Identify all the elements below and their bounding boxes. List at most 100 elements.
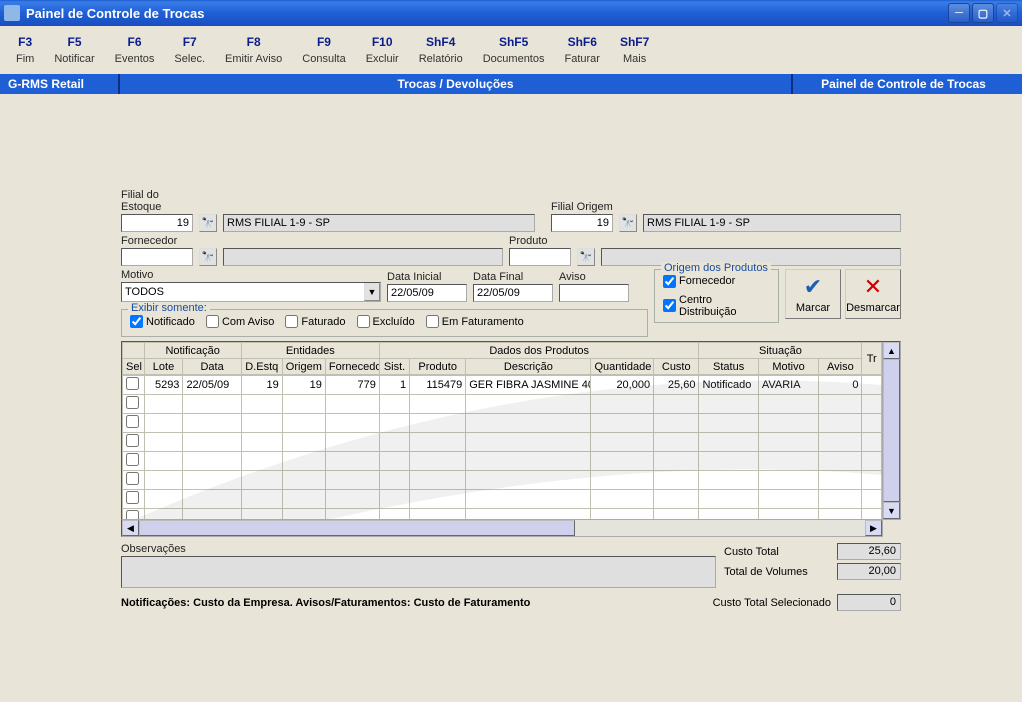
filial-origem-lookup-button[interactable]: 🔭 [619,214,637,232]
toolbar-f8[interactable]: F8Emitir Aviso [215,33,292,67]
toolbar-f10[interactable]: F10Excluir [356,33,409,67]
col-sist[interactable]: Sist. [379,359,409,375]
row-select-checkbox[interactable] [126,453,139,466]
cb-com-aviso[interactable]: Com Aviso [206,315,274,328]
toolbar-shf5[interactable]: ShF5Documentos [473,33,555,67]
cb-excluido[interactable]: Excluído [357,315,415,328]
row-select-checkbox[interactable] [126,472,139,485]
col-lote[interactable]: Lote [144,359,183,375]
scroll-right-button[interactable]: ▶ [865,520,882,536]
filial-estoque-label: Filial do Estoque [121,189,193,213]
x-icon: ✕ [864,274,882,300]
cb-em-faturamento[interactable]: Em Faturamento [426,315,524,328]
toolbar-f7[interactable]: F7Selec. [164,33,215,67]
aviso-input[interactable] [559,284,629,302]
fornecedor-lookup-button[interactable]: 🔭 [199,248,217,266]
data-inicial-input[interactable] [387,284,467,302]
toolbar-shf7[interactable]: ShF7Mais [610,33,659,67]
binoculars-icon: 🔭 [202,218,214,229]
results-grid: Notificação Entidades Dados dos Produtos… [121,341,901,520]
col-quantidade[interactable]: Quantidade [591,359,654,375]
maximize-button[interactable]: ▢ [972,3,994,23]
toolbar-shf6[interactable]: ShF6Faturar [555,33,610,67]
data-final-label: Data Final [473,271,553,283]
col-forneced[interactable]: Fornecedo [325,359,379,375]
cb-faturado[interactable]: Faturado [285,315,345,328]
cb-excluido-input[interactable] [357,315,370,328]
table-row[interactable] [123,433,882,452]
binoculars-icon: 🔭 [622,218,634,229]
cb-origem-fornecedor-input[interactable] [663,275,676,288]
col-origem[interactable]: Origem [282,359,325,375]
toolbar-f5[interactable]: F5Notificar [44,33,104,67]
check-icon: ✔ [804,274,822,300]
subheader-screen: Painel de Controle de Trocas [793,74,1022,94]
scroll-thumb[interactable] [139,520,575,536]
col-data[interactable]: Data [183,359,241,375]
data-final-input[interactable] [473,284,553,302]
cb-notificado[interactable]: Notificado [130,315,195,328]
produto-lookup-button[interactable]: 🔭 [577,248,595,266]
horizontal-scrollbar[interactable]: ◀ ▶ [121,520,883,537]
fornecedor-input[interactable] [121,248,193,266]
col-motivo[interactable]: Motivo [758,359,818,375]
row-select-checkbox[interactable] [126,396,139,409]
motivo-dropdown[interactable]: TODOS ▼ [121,282,381,302]
produto-input[interactable] [509,248,571,266]
table-row[interactable] [123,414,882,433]
scroll-up-button[interactable]: ▲ [883,342,900,359]
exibir-somente-title: Exibir somente: [128,302,210,314]
toolbar-f6[interactable]: F6Eventos [105,33,165,67]
row-select-checkbox[interactable] [126,377,139,390]
cb-notificado-input[interactable] [130,315,143,328]
toolbar-shf4[interactable]: ShF4Relatório [409,33,473,67]
scroll-down-button[interactable]: ▼ [883,502,900,519]
col-destq[interactable]: D.Estq [241,359,282,375]
scroll-left-button[interactable]: ◀ [122,520,139,536]
cb-origem-centro-input[interactable] [663,299,676,312]
toolbar-f3[interactable]: F3Fim [6,33,44,67]
filial-origem-input[interactable] [551,214,613,232]
col-status[interactable]: Status [699,359,758,375]
cb-em-fat-input[interactable] [426,315,439,328]
col-custo[interactable]: Custo [654,359,699,375]
cb-origem-centro[interactable]: Centro Distribuição [663,294,762,318]
cb-origem-fornecedor[interactable]: Fornecedor [663,275,762,288]
motivo-selected: TODOS [125,286,164,298]
subheader-module: Trocas / Devoluções [120,74,793,94]
table-row[interactable] [123,452,882,471]
col-produto[interactable]: Produto [410,359,466,375]
data-inicial-label: Data Inicial [387,271,467,283]
marcar-button[interactable]: ✔ Marcar [785,269,841,319]
observacoes-label: Observações [121,543,716,555]
table-row[interactable] [123,509,882,520]
close-button[interactable]: ✕ [996,3,1018,23]
cb-com-aviso-input[interactable] [206,315,219,328]
minimize-button[interactable]: ─ [948,3,970,23]
table-row[interactable] [123,471,882,490]
row-select-checkbox[interactable] [126,491,139,504]
filial-estoque-input[interactable] [121,214,193,232]
table-row[interactable]: 5293 22/05/09 19 19 779 1 115479 GER FIB… [123,376,882,395]
window-title: Painel de Controle de Trocas [26,6,204,21]
col-sel[interactable]: Sel [123,359,145,375]
fornecedor-label: Fornecedor [121,235,193,247]
cb-faturado-input[interactable] [285,315,298,328]
aviso-label: Aviso [559,271,629,283]
cell-aviso: 0 [819,376,862,395]
row-select-checkbox[interactable] [126,415,139,428]
vertical-scrollbar[interactable]: ▲ ▼ [882,342,900,519]
desmarcar-button[interactable]: ✕ Desmarcar [845,269,901,319]
row-select-checkbox[interactable] [126,434,139,447]
origem-produtos-title: Origem dos Produtos [661,262,771,274]
row-select-checkbox[interactable] [126,510,139,519]
toolbar-f9[interactable]: F9Consulta [292,33,355,67]
col-tr: Tr [862,343,882,375]
exibir-somente-group: Exibir somente: Notificado Com Aviso Fat… [121,309,648,337]
col-descricao[interactable]: Descrição [466,359,591,375]
table-row[interactable] [123,395,882,414]
col-aviso[interactable]: Aviso [819,359,862,375]
scroll-thumb[interactable] [883,359,900,502]
table-row[interactable] [123,490,882,509]
filial-estoque-lookup-button[interactable]: 🔭 [199,214,217,232]
